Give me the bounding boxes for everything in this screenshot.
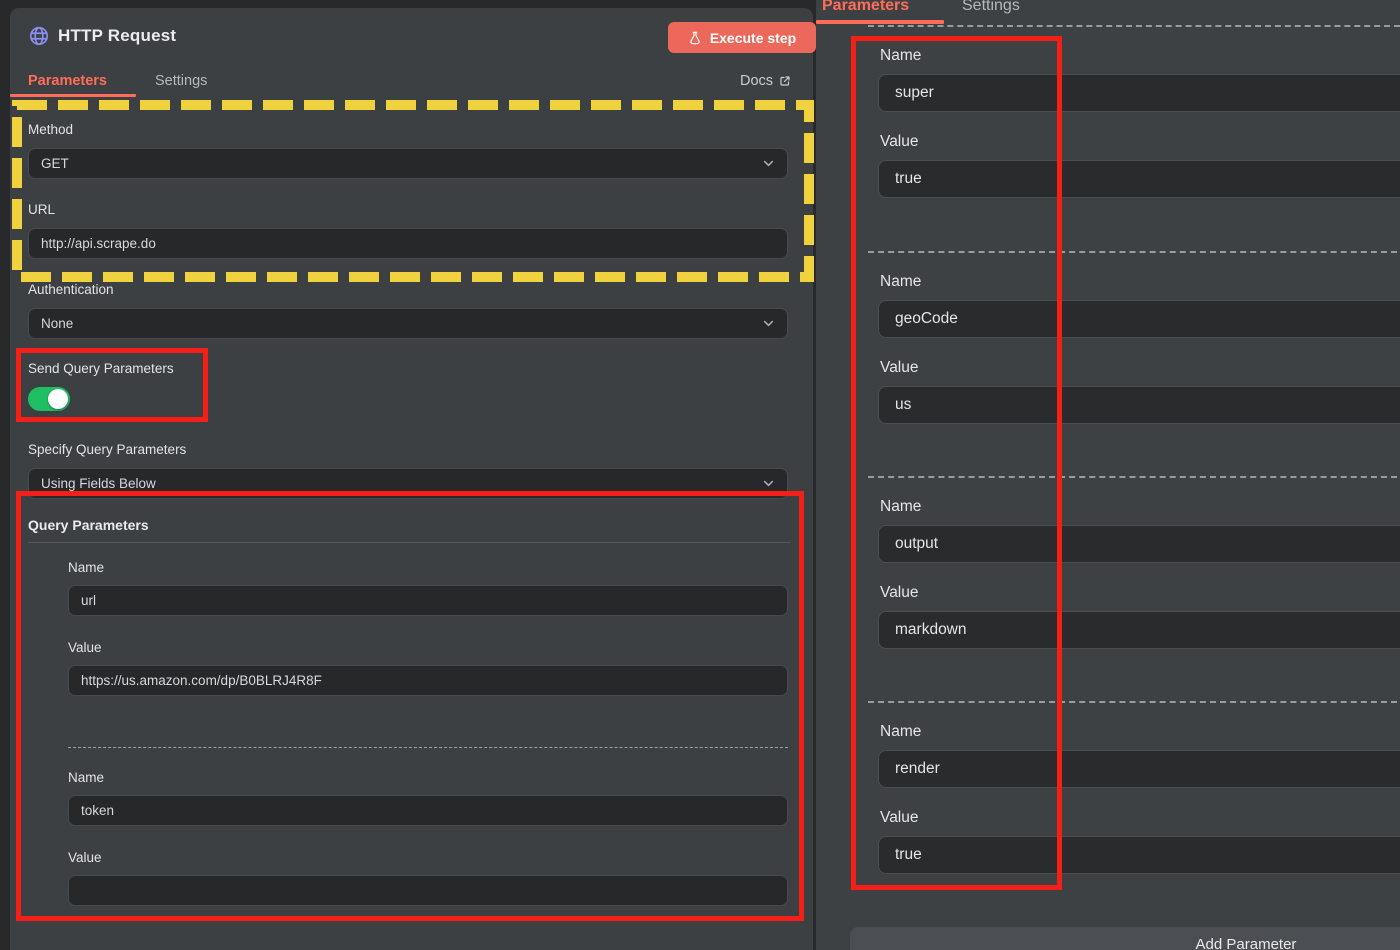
method-select[interactable]: GET — [28, 148, 788, 179]
param-name-value: token — [81, 803, 775, 818]
method-value: GET — [41, 156, 762, 171]
param-value-value: true — [895, 170, 922, 188]
param-value-input[interactable]: us — [878, 386, 1400, 424]
param-value-input[interactable]: https://us.amazon.com/dp/B0BLRJ4R8F — [68, 665, 788, 696]
active-tab-underline — [816, 20, 944, 24]
specify-query-parameters-label: Specify Query Parameters — [28, 442, 186, 457]
param-separator — [868, 476, 1400, 478]
param-name-label: Name — [880, 498, 921, 516]
add-parameter-label: Add Parameter — [1196, 936, 1297, 950]
screenshot-root: HTTP Request Execute step Parameters Set… — [0, 0, 1400, 950]
param-value-label: Value — [68, 640, 102, 655]
param-name-value: url — [81, 593, 775, 608]
param-value-value: us — [895, 396, 911, 414]
toggle-knob — [48, 389, 68, 409]
param-value-label: Value — [880, 359, 919, 377]
param-name-input[interactable]: render — [878, 750, 1400, 788]
param-separator — [868, 701, 1400, 703]
param-separator — [868, 251, 1400, 253]
param-value-input[interactable]: markdown — [878, 611, 1400, 649]
param-value-value: https://us.amazon.com/dp/B0BLRJ4R8F — [81, 673, 775, 688]
http-request-node-panel: HTTP Request Execute step Parameters Set… — [10, 8, 813, 950]
authentication-label: Authentication — [28, 282, 114, 297]
param-name-value: super — [895, 84, 934, 102]
param-name-input[interactable]: output — [878, 525, 1400, 563]
send-query-parameters-toggle[interactable] — [28, 387, 70, 411]
url-label: URL — [28, 202, 55, 217]
tab-settings[interactable]: Settings — [962, 0, 1020, 15]
param-name-label: Name — [68, 560, 104, 575]
specify-query-parameters-select[interactable]: Using Fields Below — [28, 468, 788, 499]
param-name-label: Name — [880, 723, 921, 741]
query-parameters-section-header: Query Parameters — [28, 517, 790, 543]
authentication-select[interactable]: None — [28, 308, 788, 339]
param-name-label: Name — [68, 770, 104, 785]
param-name-input[interactable]: url — [68, 585, 788, 616]
page-title: HTTP Request — [58, 26, 176, 46]
authentication-value: None — [41, 316, 762, 331]
url-input[interactable]: http://api.scrape.do — [28, 228, 788, 259]
param-value-value: true — [895, 846, 922, 864]
chevron-down-icon — [762, 477, 775, 490]
active-tab-underline — [10, 94, 136, 97]
param-name-value: geoCode — [895, 310, 958, 328]
param-value-label: Value — [880, 584, 919, 602]
param-value-label: Value — [68, 850, 102, 865]
flask-icon — [688, 31, 702, 45]
send-query-parameters-label: Send Query Parameters — [28, 361, 174, 376]
param-name-label: Name — [880, 47, 921, 65]
zoomed-parameters-panel: Parameters Settings Name super Value tru… — [816, 0, 1400, 950]
add-parameter-button[interactable]: Add Parameter — [850, 927, 1400, 950]
param-name-value: output — [895, 535, 938, 553]
external-link-icon — [779, 75, 791, 87]
method-label: Method — [28, 122, 73, 137]
param-value-value: markdown — [895, 621, 967, 639]
specify-query-parameters-value: Using Fields Below — [41, 476, 762, 491]
param-value-label: Value — [880, 809, 919, 827]
chevron-down-icon — [762, 317, 775, 330]
execute-step-button[interactable]: Execute step — [668, 22, 816, 53]
param-name-input[interactable]: geoCode — [878, 300, 1400, 338]
tab-parameters[interactable]: Parameters — [822, 0, 909, 15]
docs-label: Docs — [740, 73, 773, 89]
param-value-label: Value — [880, 133, 919, 151]
chevron-down-icon — [762, 157, 775, 170]
param-name-label: Name — [880, 273, 921, 291]
param-name-input[interactable]: token — [68, 795, 788, 826]
docs-link[interactable]: Docs — [740, 73, 791, 89]
url-value: http://api.scrape.do — [41, 236, 775, 251]
execute-step-label: Execute step — [710, 30, 796, 46]
param-separator — [68, 747, 788, 748]
param-value-input[interactable] — [68, 875, 788, 906]
param-value-input[interactable]: true — [878, 836, 1400, 874]
param-name-value: render — [895, 760, 940, 778]
globe-icon — [28, 25, 50, 52]
param-name-input[interactable]: super — [878, 74, 1400, 112]
param-value-input[interactable]: true — [878, 160, 1400, 198]
tab-parameters[interactable]: Parameters — [28, 73, 107, 89]
param-separator — [868, 25, 1400, 27]
tab-settings[interactable]: Settings — [155, 73, 207, 89]
